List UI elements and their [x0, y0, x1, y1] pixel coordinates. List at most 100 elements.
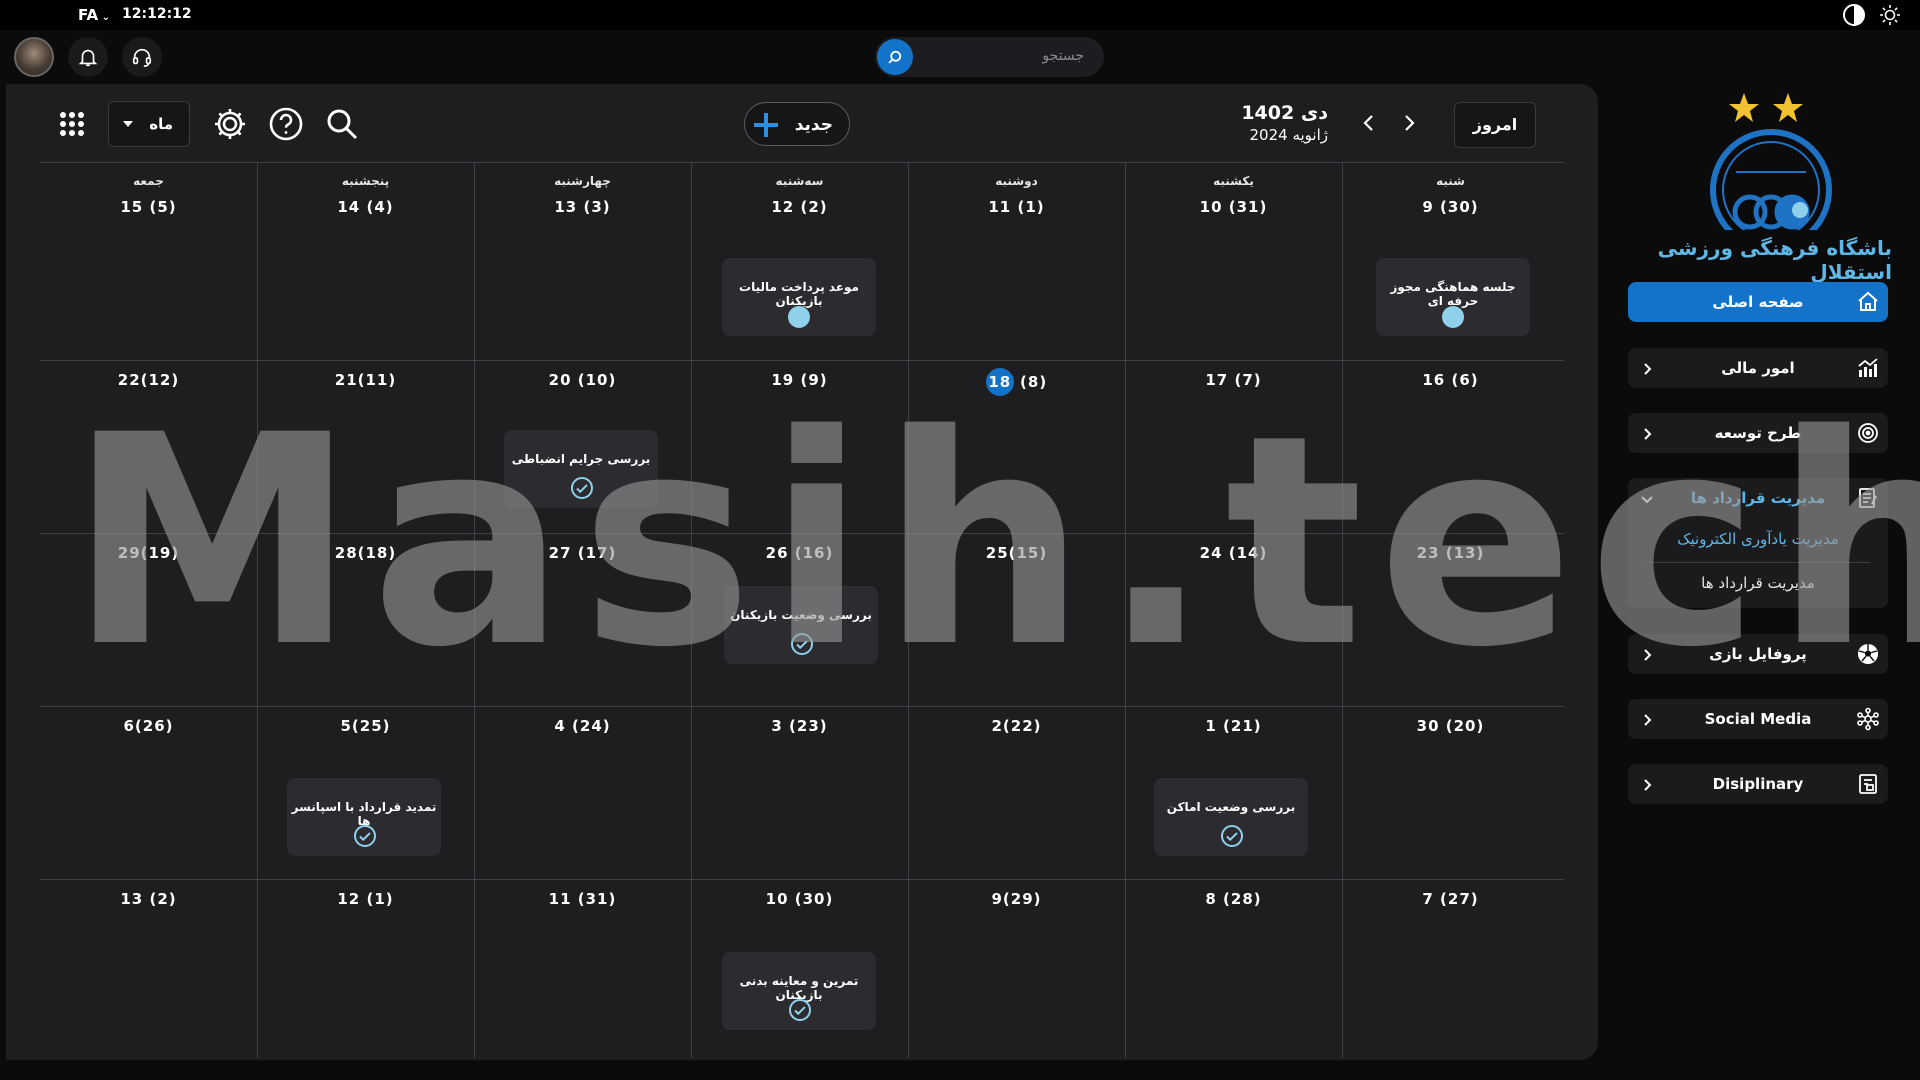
day-cell[interactable]: 19 (9) [691, 371, 908, 389]
day-cell[interactable]: 26 (16) [691, 544, 908, 562]
new-event-label: جدید [794, 115, 833, 135]
submenu-item-reminders[interactable]: مدیریت یادآوری الکترونیک [1628, 530, 1888, 548]
day-cell[interactable]: 29(19) [40, 544, 257, 562]
avatar[interactable] [14, 37, 54, 77]
day-cell[interactable]: 9(29) [908, 890, 1125, 908]
headset-icon[interactable] [122, 37, 162, 77]
day-cell[interactable]: 22(12) [40, 371, 257, 389]
sidebar-item-home[interactable]: صفحه اصلی [1628, 282, 1888, 322]
day-cell[interactable]: 25(15) [908, 544, 1125, 562]
day-cell[interactable]: 9 (30) [1342, 198, 1559, 216]
day-cell[interactable]: 24 (14) [1125, 544, 1342, 562]
today-marker: 18 [985, 368, 1014, 396]
chevron-right-icon[interactable] [1398, 112, 1420, 134]
search-icon[interactable] [877, 39, 913, 75]
day-cell[interactable]: 27 (17) [474, 544, 691, 562]
day-cell[interactable]: 4 (24) [474, 717, 691, 735]
day-cell[interactable]: 8 (28) [1125, 890, 1342, 908]
chart-icon [1856, 356, 1880, 380]
search-placeholder: جستجو [1042, 48, 1084, 64]
home-icon [1856, 290, 1880, 314]
apps-grid-icon[interactable] [58, 110, 86, 138]
calendar-event[interactable]: بررسی جرایم انضباطی [504, 430, 658, 508]
grid-line [691, 162, 692, 1058]
day-cell[interactable]: 5(25) [257, 717, 474, 735]
sidebar-item-finance[interactable]: امور مالی [1628, 348, 1888, 388]
day-cell[interactable]: 11 (31) [474, 890, 691, 908]
day-cell[interactable]: 16 (6) [1342, 371, 1559, 389]
calendar-event[interactable]: تمدید قرارداد با اسپانسر ها [287, 778, 441, 856]
check-circle-icon [353, 824, 377, 848]
weekday-header: دوشنبه [995, 174, 1038, 188]
sidebar-item-label: Social Media [1704, 710, 1812, 728]
day-cell[interactable]: 20 (10) [474, 371, 691, 389]
bell-icon[interactable] [68, 37, 108, 77]
gear-icon[interactable] [212, 106, 248, 142]
day-cell[interactable]: 14 (4) [257, 198, 474, 216]
new-event-button[interactable]: جدید [744, 102, 850, 146]
calendar-event[interactable]: بررسی وضعیت بازیکنان [724, 586, 878, 664]
day-cell[interactable]: 12 (2) [691, 198, 908, 216]
day-cell[interactable]: 1 (21) [1125, 717, 1342, 735]
submenu-item-contracts[interactable]: مدیریت قرارداد ها [1628, 574, 1888, 592]
day-cell[interactable]: 21(11) [257, 371, 474, 389]
calendar-event[interactable]: جلسه هماهنگی مجوز حرفه ای [1376, 258, 1530, 336]
event-title: بررسی جرایم انضباطی [511, 452, 651, 466]
calendar-toolbar: ماه جدید دی 1402 ژانویه 2024 امروز [6, 84, 1598, 162]
day-cell[interactable]: 13 (3) [474, 198, 691, 216]
help-icon[interactable] [268, 106, 304, 142]
day-cell[interactable]: 30 (20) [1342, 717, 1559, 735]
grid-line [1342, 162, 1343, 1058]
contrast-icon[interactable] [1842, 3, 1866, 27]
grid-line [908, 162, 909, 1058]
day-cell[interactable]: 12 (1) [257, 890, 474, 908]
today-button[interactable]: امروز [1454, 102, 1536, 148]
sidebar-item-label: Disiplinary [1712, 775, 1804, 793]
day-cell[interactable]: 11 (1) [908, 198, 1125, 216]
club-name: باشگاه فرهنگی ورزشی استقلال [1657, 236, 1892, 284]
sidebar-item-development[interactable]: طرح توسعه [1628, 413, 1888, 453]
calendar-event[interactable]: موعد پرداخت مالیات بازیکنان [722, 258, 876, 336]
check-circle-icon [788, 998, 812, 1022]
day-cell[interactable]: 17 (7) [1125, 371, 1342, 389]
day-cell-gregorian: (8) [1020, 373, 1048, 391]
sidebar-item-contracts[interactable]: مدیریت قرارداد ها [1628, 478, 1888, 518]
calendar-event[interactable]: تمرین و معاینه بدنی بازیکنان [722, 952, 876, 1030]
day-cell-today[interactable]: 18 (8) [908, 368, 1125, 396]
pending-dot-icon [788, 306, 810, 328]
view-select[interactable]: ماه [108, 101, 190, 147]
day-cell[interactable]: 15 (5) [40, 198, 257, 216]
grid-line [257, 162, 258, 1058]
day-cell[interactable]: 10 (30) [691, 890, 908, 908]
plus-icon [753, 112, 779, 138]
calendar-event[interactable]: بررسی وضعیت اماکن [1154, 778, 1308, 856]
weekday-header: چهارشنبه [554, 174, 611, 188]
brightness-icon[interactable] [1878, 3, 1902, 27]
day-cell[interactable]: 13 (2) [40, 890, 257, 908]
event-title: بررسی وضعیت اماکن [1166, 800, 1296, 814]
day-cell[interactable]: 23 (13) [1342, 544, 1559, 562]
day-cell[interactable]: 3 (23) [691, 717, 908, 735]
grid-line [40, 162, 1564, 163]
day-cell[interactable]: 7 (27) [1342, 890, 1559, 908]
sidebar-item-game-profile[interactable]: پروفایل بازی [1628, 634, 1888, 674]
language-selector[interactable]: FA ⌄ [78, 6, 110, 24]
event-title: موعد پرداخت مالیات بازیکنان [739, 280, 859, 308]
sidebar-item-social-media[interactable]: Social Media [1628, 699, 1888, 739]
search-icon[interactable] [324, 106, 360, 142]
sidebar-item-disciplinary[interactable]: Disiplinary [1628, 764, 1888, 804]
club-logo [1696, 60, 1846, 251]
check-circle-icon [790, 632, 814, 656]
day-cell[interactable]: 10 (31) [1125, 198, 1342, 216]
weekday-header: سه‌شنبه [775, 174, 824, 188]
day-cell[interactable]: 28(18) [257, 544, 474, 562]
search-input[interactable]: جستجو [875, 37, 1104, 77]
grid-line [474, 162, 475, 1058]
chevron-left-icon[interactable] [1358, 112, 1380, 134]
sidebar-item-label: امور مالی [1721, 359, 1795, 377]
day-cell[interactable]: 2(22) [908, 717, 1125, 735]
weekday-header: شنبه [1436, 174, 1465, 188]
grid-line [40, 360, 1564, 361]
day-cell[interactable]: 6(26) [40, 717, 257, 735]
check-circle-icon [1220, 824, 1244, 848]
